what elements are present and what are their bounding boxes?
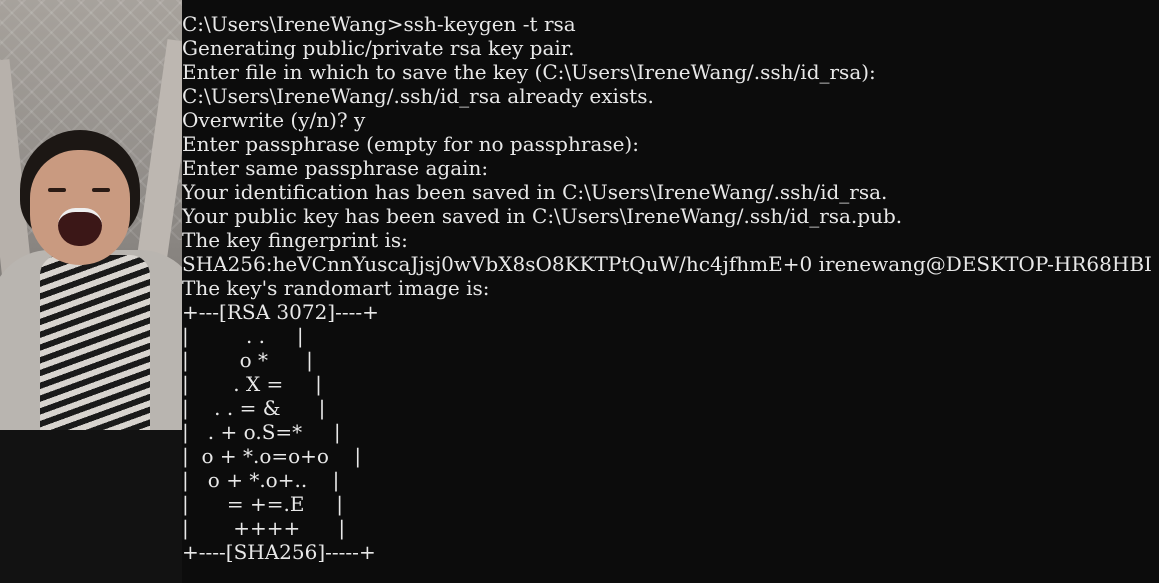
- output-line: The key fingerprint is:: [182, 228, 408, 252]
- randomart-line: | = +=.E |: [182, 492, 343, 516]
- output-line: Your public key has been saved in C:\Use…: [182, 204, 903, 228]
- output-line: Enter file in which to save the key (C:\…: [182, 60, 876, 84]
- randomart-line: +----[SHA256]-----+: [182, 540, 376, 564]
- output-line: Enter same passphrase again:: [182, 156, 489, 180]
- zebra-blouse: [40, 255, 150, 435]
- randomart-line: | ++++ |: [182, 516, 346, 540]
- terminal-output[interactable]: C:\Users\IreneWang>ssh-keygen -t rsa Gen…: [182, 12, 1152, 564]
- skirt: [0, 430, 182, 583]
- right-eye: [92, 188, 110, 192]
- person-photo-icon: [0, 0, 182, 583]
- randomart-line: | o + *.o+.. |: [182, 468, 340, 492]
- left-eye: [48, 188, 66, 192]
- randomart-line: | o + *.o=o+o |: [182, 444, 362, 468]
- output-line: Enter passphrase (empty for no passphras…: [182, 132, 639, 156]
- output-line: Generating public/private rsa key pair.: [182, 36, 575, 60]
- mouth: [58, 208, 102, 246]
- randomart-line: +---[RSA 3072]----+: [182, 300, 379, 324]
- randomart-line: | . . = & |: [182, 396, 326, 420]
- randomart-line: | o * |: [182, 348, 313, 372]
- output-line: C:\Users\IreneWang/.ssh/id_rsa already e…: [182, 84, 654, 108]
- randomart-line: | . X = |: [182, 372, 322, 396]
- output-line: Your identification has been saved in C:…: [182, 180, 888, 204]
- terminal-window: C:\Users\IreneWang>ssh-keygen -t rsa Gen…: [0, 0, 1159, 583]
- output-line: Overwrite (y/n)? y: [182, 108, 366, 132]
- randomart-line: | . + o.S=* |: [182, 420, 341, 444]
- output-line: The key's randomart image is:: [182, 276, 490, 300]
- command-line: C:\Users\IreneWang>ssh-keygen -t rsa: [182, 12, 576, 36]
- randomart-line: | . . |: [182, 324, 304, 348]
- fingerprint-line: SHA256:heVCnnYuscaJjsj0wVbX8sO8KKTPtQuW/…: [182, 252, 1152, 276]
